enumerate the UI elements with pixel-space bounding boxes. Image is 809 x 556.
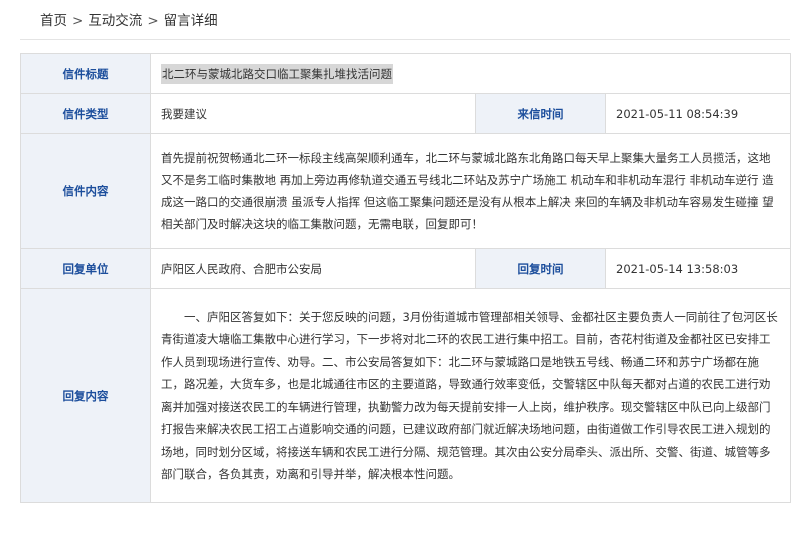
breadcrumb-separator: > (147, 13, 159, 29)
breadcrumb-current: 留言详细 (163, 13, 218, 29)
date-label: 来信时间 (475, 93, 606, 134)
row-content: 信件内容 首先提前祝贺畅通北二环一标段主线高架顺利通车，北二环与蒙城北路东北角路… (20, 133, 792, 249)
subject-label: 信件标题 (20, 53, 151, 94)
date-value: 2021-05-11 08:54:39 (604, 93, 792, 134)
reply-unit-label: 回复单位 (20, 248, 151, 289)
row-reply: 回复内容 一、庐阳区答复如下：关于您反映的问题，3月份街道城市管理部相关领导、金… (20, 288, 792, 503)
row-reply-unit-date: 回复单位 庐阳区人民政府、合肥市公安局 回复时间 2021-05-14 13:5… (20, 248, 792, 289)
divider (20, 39, 790, 40)
type-label: 信件类型 (20, 93, 151, 134)
reply-value: 一、庐阳区答复如下：关于您反映的问题，3月份街道城市管理部相关领导、金都社区主要… (149, 288, 792, 503)
reply-label: 回复内容 (20, 288, 151, 503)
content-label: 信件内容 (20, 133, 151, 249)
breadcrumb-separator: > (72, 13, 84, 29)
letter-detail-table: 信件标题 北二环与蒙城北路交口临工聚集扎堆找活问题 信件类型 我要建议 来信时间… (20, 53, 792, 503)
reply-date-label: 回复时间 (475, 248, 606, 289)
row-subject: 信件标题 北二环与蒙城北路交口临工聚集扎堆找活问题 (20, 53, 792, 94)
reply-date-value: 2021-05-14 13:58:03 (604, 248, 792, 289)
subject-cell: 北二环与蒙城北路交口临工聚集扎堆找活问题 (149, 53, 792, 94)
type-value: 我要建议 (150, 93, 476, 134)
content-value: 首先提前祝贺畅通北二环一标段主线高架顺利通车，北二环与蒙城北路东北角路口每天早上… (149, 133, 792, 249)
row-type-date: 信件类型 我要建议 来信时间 2021-05-11 08:54:39 (20, 93, 792, 134)
breadcrumb-home-link[interactable]: 首页 (40, 13, 67, 29)
subject-value: 北二环与蒙城北路交口临工聚集扎堆找活问题 (161, 63, 393, 84)
breadcrumb-section-link[interactable]: 互动交流 (88, 13, 142, 29)
breadcrumb: 首页 > 互动交流 > 留言详细 (40, 9, 218, 33)
reply-unit-value: 庐阳区人民政府、合肥市公安局 (150, 248, 476, 289)
